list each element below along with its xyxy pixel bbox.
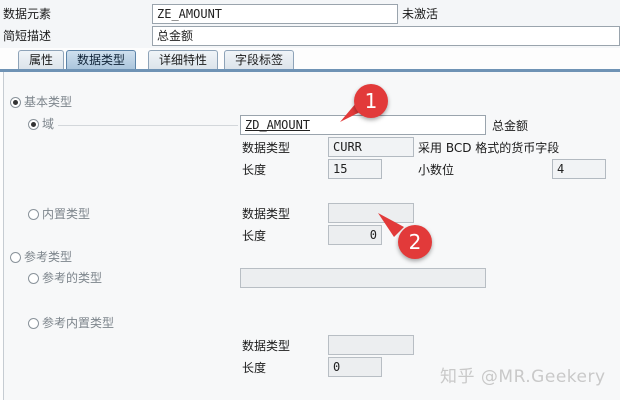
domain-length-label: 长度 <box>242 163 267 177</box>
ref-builtin-data-type-field[interactable] <box>328 335 414 355</box>
domain-divider <box>58 125 238 126</box>
ref-type-field[interactable] <box>240 268 486 288</box>
ref-builtin-data-type-label: 数据类型 <box>242 339 291 353</box>
ref-type-radio[interactable] <box>28 273 39 284</box>
short-desc-field[interactable]: 总金额 <box>152 26 620 46</box>
tab-field-labels[interactable]: 字段标签 <box>224 50 295 70</box>
builtin-type-label: 内置类型 <box>42 207 91 221</box>
watermark-text: 知乎 @MR.Geekery <box>440 367 606 387</box>
domain-data-type-label: 数据类型 <box>242 141 291 155</box>
callout-one-badge: 1 <box>354 84 388 118</box>
domain-length-field: 15 <box>328 159 382 179</box>
domain-radio[interactable] <box>28 119 39 130</box>
data-element-label: 数据元素 <box>3 7 52 21</box>
domain-decimals-label: 小数位 <box>418 163 455 177</box>
basic-type-label: 基本类型 <box>24 95 73 109</box>
domain-data-type-field: CURR <box>328 137 414 157</box>
ref-builtin-radio[interactable] <box>28 318 39 329</box>
tab-details[interactable]: 详细特性 <box>148 50 219 70</box>
short-desc-label: 简短描述 <box>3 29 52 43</box>
domain-desc: 总金额 <box>492 119 529 133</box>
callout-two-badge: 2 <box>398 225 432 259</box>
builtin-data-type-label: 数据类型 <box>242 207 291 221</box>
builtin-type-radio[interactable] <box>28 209 39 220</box>
builtin-length-label: 长度 <box>242 229 267 243</box>
basic-type-radio[interactable] <box>10 97 21 108</box>
tab-attributes[interactable]: 属性 <box>18 50 65 70</box>
domain-decimals-field: 4 <box>552 159 606 179</box>
ref-builtin-length-label: 长度 <box>242 361 267 375</box>
tab-strip: 属性 数据类型 详细特性 字段标签 <box>0 50 620 70</box>
reference-type-radio[interactable] <box>10 252 21 263</box>
ref-type-label: 参考的类型 <box>42 271 103 285</box>
ref-builtin-label: 参考内置类型 <box>42 316 115 330</box>
domain-data-type-desc: 采用 BCD 格式的货币字段 <box>418 141 560 155</box>
status-text: 未激活 <box>402 7 439 21</box>
ref-builtin-length-field[interactable]: 0 <box>328 357 382 377</box>
domain-label: 域 <box>42 117 55 131</box>
reference-type-label: 参考类型 <box>24 250 73 264</box>
tab-data-type[interactable]: 数据类型 <box>66 50 137 70</box>
data-element-field[interactable]: ZE_AMOUNT <box>152 4 398 24</box>
